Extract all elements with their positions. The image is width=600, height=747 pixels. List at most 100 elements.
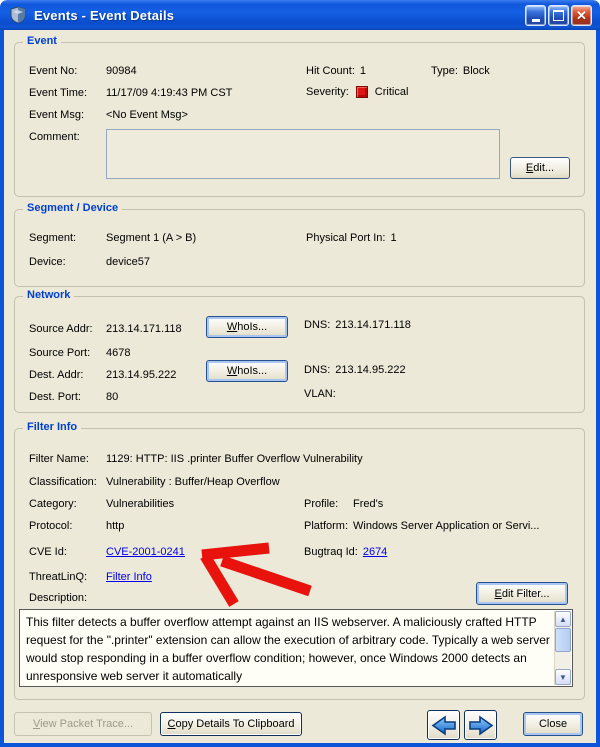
cve-id-link[interactable]: CVE-2001-0241 [106,546,185,558]
edit-filter-button-label: Edit Filter... [494,587,550,600]
protocol-value: http [106,520,125,532]
view-packet-trace-button: View Packet Trace... [14,712,152,736]
maximize-button[interactable] [548,4,569,26]
dest-addr-value: 213.14.95.222 [106,369,177,381]
event-msg-value: <No Event Msg> [106,109,188,121]
next-event-button[interactable] [464,710,497,740]
edit-comment-button-label: Edit... [525,162,555,174]
hit-count-value: 1 [359,65,367,77]
description-label: Description: [29,592,88,604]
platform-value: Windows Server Application or Servi... [353,520,540,532]
segment-device-section: Segment / Device Segment: Segment 1 (A >… [14,202,585,287]
network-section: Network Source Addr: 213.14.171.118 WhoI… [14,289,585,413]
dest-dns-field: DNS: 213.14.95.222 [304,364,406,376]
scroll-down-button[interactable]: ▼ [555,669,571,685]
source-addr-value: 213.14.171.118 [106,323,182,335]
type-label: Type: [431,65,458,77]
source-dns-field: DNS: 213.14.171.118 [304,319,411,331]
severity-value: Critical [374,86,409,98]
edit-comment-button[interactable]: Edit... [510,157,570,179]
scrollbar-thumb[interactable] [555,628,571,652]
source-dns-label: DNS: [304,319,331,331]
device-value: device57 [106,256,151,268]
profile-label: Profile: [304,498,339,510]
dest-port-label: Dest. Port: [29,391,81,403]
classification-value: Vulnerability : Buffer/Heap Overflow [106,476,280,488]
maximize-icon [553,9,564,21]
close-icon: ✕ [576,7,587,23]
app-icon [9,5,29,25]
threatlinq-label: ThreatLinQ: [29,571,88,583]
dest-port-value: 80 [106,391,119,403]
bugtraq-id-label: Bugtraq Id: [304,546,358,558]
event-section: Event Event No: 90984 Hit Count: 1 Type:… [14,35,585,197]
description-scrollbar[interactable]: ▲ ▼ [554,611,571,685]
physical-port-value: 1 [390,232,397,244]
window-title: Events - Event Details [34,7,175,23]
source-port-value: 4678 [106,347,131,359]
device-label: Device: [29,256,66,268]
copy-details-button[interactable]: Copy Details To Clipboard [160,712,302,736]
segment-device-section-title: Segment / Device [23,202,123,214]
vlan-label: VLAN: [304,388,336,400]
segment-value: Segment 1 (A > B) [106,232,197,244]
arrow-left-icon [431,715,456,736]
close-button[interactable]: Close [523,712,583,736]
minimize-button[interactable] [525,4,546,26]
event-no-value: 90984 [106,65,137,77]
classification-label: Classification: [29,476,97,488]
source-whois-button-label: WhoIs... [226,321,268,333]
event-msg-label: Event Msg: [29,109,85,121]
profile-value: Fred's [353,498,384,510]
event-details-window: Events - Event Details ✕ Event Event No:… [0,0,600,747]
previous-event-button[interactable] [427,710,460,740]
dest-addr-label: Dest. Addr: [29,369,84,381]
vlan-field: VLAN: [304,388,341,400]
close-button-label: Close [538,718,568,730]
type-field: Type: Block [431,65,490,77]
event-time-value: 11/17/09 4:19:43 PM CST [106,87,233,99]
protocol-label: Protocol: [29,520,73,532]
source-addr-label: Source Addr: [29,323,93,335]
arrow-right-icon [468,715,493,736]
scroll-down-icon: ▼ [559,672,567,682]
hit-count-label: Hit Count: [306,65,355,77]
physical-port-field: Physical Port In: 1 [306,232,397,244]
scroll-up-button[interactable]: ▲ [555,611,571,627]
event-time-label: Event Time: [29,87,88,99]
severity-label: Severity: [306,86,349,98]
cve-id-label: CVE Id: [29,546,67,558]
close-window-button[interactable]: ✕ [571,4,592,26]
source-whois-button[interactable]: WhoIs... [206,316,288,338]
filter-info-section: Filter Info Filter Name: 1129: HTTP: IIS… [14,421,585,700]
window-controls: ✕ [525,4,592,26]
scroll-up-icon: ▲ [559,614,567,624]
threatlinq-filter-info-link[interactable]: Filter Info [106,571,152,583]
source-dns-value: 213.14.171.118 [335,319,411,331]
comment-label: Comment: [29,131,80,143]
severity-field: Severity: Critical [306,86,408,98]
dest-whois-button-label: WhoIs... [226,365,268,377]
dest-dns-value: 213.14.95.222 [335,364,406,376]
filter-name-value: 1129: HTTP: IIS .printer Buffer Overflow… [106,453,363,465]
description-box[interactable]: This filter detects a buffer overflow at… [19,609,573,687]
hit-count-field: Hit Count: 1 [306,65,366,77]
filter-info-section-title: Filter Info [23,421,82,433]
description-text: This filter detects a buffer overflow at… [26,615,550,683]
type-value: Block [462,65,490,77]
severity-critical-icon [355,86,368,98]
physical-port-label: Physical Port In: [306,232,386,244]
bugtraq-id-link[interactable]: 2674 [363,546,387,558]
category-label: Category: [29,498,77,510]
dest-whois-button[interactable]: WhoIs... [206,360,288,382]
titlebar[interactable]: Events - Event Details ✕ [0,0,600,30]
comment-box [106,129,500,179]
platform-label: Platform: [304,520,349,532]
minimize-icon [531,18,540,22]
filter-name-label: Filter Name: [29,453,89,465]
copy-details-button-label: Copy Details To Clipboard [167,718,295,730]
view-packet-trace-button-label: View Packet Trace... [32,718,134,730]
source-port-label: Source Port: [29,347,91,359]
edit-filter-button[interactable]: Edit Filter... [476,582,568,605]
event-section-title: Event [23,35,61,47]
